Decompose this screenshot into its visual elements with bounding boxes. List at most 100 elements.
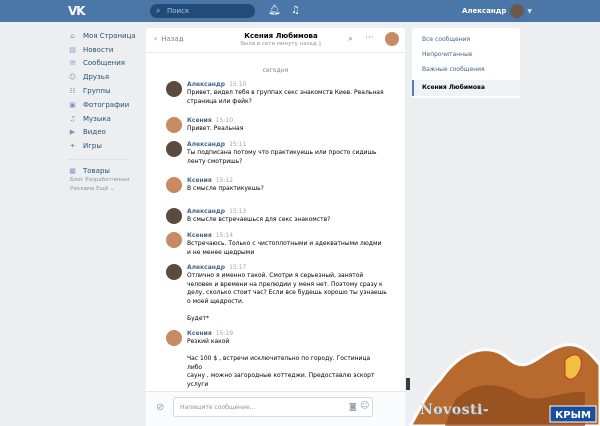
sender-name[interactable]: Александр 15:17 <box>187 264 246 271</box>
back-label: Назад <box>161 34 184 43</box>
menu-item[interactable]: ☺ Друзья <box>68 70 138 84</box>
menu-item[interactable]: ⌂ Моя Страница <box>68 29 138 43</box>
chat-status-text: была в сети минуту назад <box>240 41 317 47</box>
search-box[interactable]: ⌕ <box>150 4 255 18</box>
music-note-icon[interactable]: ♫ <box>291 4 300 18</box>
day-divider: сегодня <box>262 67 289 74</box>
sender-name[interactable]: Александр 15:11 <box>187 141 246 148</box>
sender-avatar[interactable] <box>166 117 182 133</box>
sender-avatar[interactable] <box>166 177 182 193</box>
chat-title[interactable]: Ксения Любимова <box>226 32 336 40</box>
chat-status: была в сети минуту назад ▯ <box>226 41 336 47</box>
top-header: VK ⌕ 🔔︎ ♫ Александр ▼ <box>0 0 600 22</box>
chat-header: ‹ Назад Ксения Любимова была в сети мину… <box>146 28 405 53</box>
smile-icon[interactable]: ☺ <box>360 402 369 411</box>
mobile-icon: ▯ <box>318 41 322 47</box>
messages-icon: ✉ <box>69 59 76 68</box>
message-text: Ты подписана потому что практикуешь или … <box>187 149 377 165</box>
menu-item[interactable]: ▶ Видео <box>68 126 138 140</box>
sender-name-text: Александр <box>187 208 226 215</box>
message-input[interactable] <box>173 397 373 417</box>
sender-name-text: Александр <box>187 81 226 88</box>
menu-item[interactable]: ▣ Фотографии <box>68 98 138 112</box>
message-time: 15:11 <box>229 141 247 148</box>
menu-item-label: Товары <box>83 167 110 176</box>
sender-avatar[interactable] <box>166 264 182 280</box>
message-time: 15:17 <box>229 264 247 271</box>
chat-search-icon[interactable]: ⌕ <box>348 34 353 44</box>
message-text: Отлично я именно такой. Смотри я серьезн… <box>187 272 387 322</box>
menu-item[interactable]: ♫ Музыка <box>68 112 138 126</box>
camera-icon[interactable]: ◙ <box>349 403 357 411</box>
vk-logo[interactable]: VK <box>68 4 88 18</box>
bell-icon[interactable]: 🔔︎ <box>268 4 281 18</box>
message-text: Привет, видел тебя в группах секс знаком… <box>187 89 384 105</box>
left-menu: ⌂ Моя Страница ▤ Новости ✉ Сообщения ☺ Друзья ☷ Г… <box>68 29 138 178</box>
filter-all-messages[interactable]: Все сообщения <box>422 36 470 43</box>
menu-item-label: Музыка <box>83 114 111 123</box>
sender-avatar[interactable] <box>166 81 182 97</box>
menu-item[interactable]: ▤ Новости <box>68 43 138 57</box>
menu-separator <box>68 159 128 161</box>
sender-avatar[interactable] <box>166 330 182 346</box>
friends-icon: ☺ <box>68 73 77 82</box>
message-time: 15:10 <box>229 81 247 88</box>
message-text: Привет. Реальная <box>187 125 244 132</box>
back-button[interactable]: ‹ Назад <box>154 34 184 43</box>
message-text: Встречаюсь. Только с чистоплотными и аде… <box>187 240 382 256</box>
menu-item[interactable]: ✦ Игры <box>68 139 138 153</box>
sender-name[interactable]: Ксения 15:12 <box>187 177 233 184</box>
message-text: В смысле встречаешься для секс знакомств… <box>187 216 331 223</box>
message-time: 15:10 <box>215 117 234 124</box>
sender-avatar[interactable] <box>166 232 182 248</box>
menu-item-label: Группы <box>83 87 111 96</box>
filter-unread[interactable]: Непрочитанные <box>422 51 473 58</box>
sender-name-text: Ксения <box>187 232 212 239</box>
video-icon: ▶ <box>69 128 76 137</box>
selected-dialog[interactable]: Ксения Любимова <box>412 80 520 96</box>
menu-item[interactable]: ✉ Сообщения <box>68 57 138 71</box>
user-menu[interactable]: Александр ▼ <box>462 4 532 18</box>
watermark-text: Novosti- <box>420 402 490 418</box>
search-icon: ⌕ <box>156 6 161 15</box>
footer-links: Блог Разработчикам Реклама Ещё ⌄ <box>70 176 140 194</box>
filter-important[interactable]: Важные сообщения <box>422 66 485 73</box>
contact-avatar[interactable] <box>385 32 399 46</box>
message-text: В смысле практикуешь? <box>187 185 264 192</box>
sender-name[interactable]: Ксения 15:19 <box>187 330 233 337</box>
sender-avatar[interactable] <box>166 208 182 224</box>
attach-icon[interactable]: ⊘ <box>156 403 164 413</box>
menu-item-label: Новости <box>83 45 114 54</box>
chevron-down-icon: ▼ <box>527 7 533 15</box>
sender-name-text: Ксения <box>187 117 212 124</box>
sender-name-text: Александр <box>187 141 226 148</box>
music-icon: ♫ <box>69 114 76 123</box>
footer-line-1[interactable]: Блог Разработчикам <box>70 176 140 185</box>
news-icon: ▤ <box>69 45 76 54</box>
composer: ⊘ ◙ ☺ <box>146 391 405 426</box>
message-time: 15:13 <box>229 208 247 215</box>
sender-avatar[interactable] <box>166 141 182 157</box>
menu-item[interactable]: ☷ Группы <box>68 84 138 98</box>
sender-name[interactable]: Александр 15:10 <box>187 81 246 88</box>
user-name: Александр <box>462 7 507 15</box>
more-icon[interactable]: ··· <box>365 33 374 43</box>
sender-name-text: Ксения <box>187 330 212 337</box>
goods-icon: ▦ <box>69 167 76 176</box>
message-time: 15:14 <box>215 232 234 239</box>
sender-name[interactable]: Александр 15:13 <box>187 208 246 215</box>
search-input[interactable] <box>167 5 251 17</box>
chevron-left-icon: ‹ <box>154 34 158 43</box>
photos-icon: ▣ <box>69 100 76 109</box>
sender-name[interactable]: Ксения 15:10 <box>187 117 233 124</box>
footer-line-2[interactable]: Реклама Ещё ⌄ <box>70 185 140 194</box>
menu-item-label: Сообщения <box>83 59 126 68</box>
watermark-badge: КРЫМ <box>555 410 591 421</box>
chat-panel: ‹ Назад Ксения Любимова была в сети мину… <box>146 28 405 426</box>
sender-name-text: Ксения <box>187 177 212 184</box>
sender-name[interactable]: Ксения 15:14 <box>187 232 233 239</box>
message-text: Резкий какой Час 100 $ , встречи исключи… <box>187 338 375 388</box>
menu-item-label: Друзья <box>83 73 110 82</box>
groups-icon: ☷ <box>69 87 76 96</box>
selected-dialog-name: Ксения Любимова <box>422 84 485 91</box>
